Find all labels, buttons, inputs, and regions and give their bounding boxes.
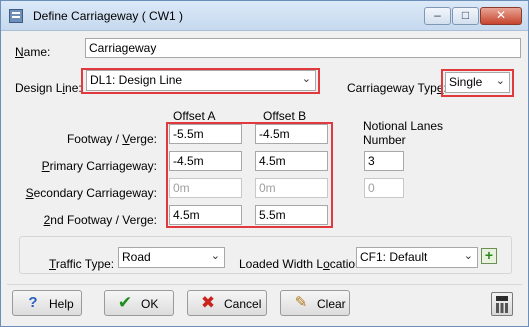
calculator-icon[interactable]: [491, 292, 513, 316]
second-footway-verge-label: 2nd Footway / Verge:: [43, 213, 157, 227]
notional-lanes-header-number: Number: [363, 133, 406, 147]
x-icon: ✖: [200, 293, 216, 312]
clear-button-label: Clear: [317, 297, 346, 311]
checkmark-icon: ✔: [117, 293, 133, 312]
close-button[interactable]: ✕: [480, 7, 522, 25]
eraser-icon: ✎: [294, 294, 308, 311]
footway-offset-b-field[interactable]: -4.5m: [255, 124, 328, 144]
carriageway-type-label: Carriageway Type:: [347, 81, 447, 95]
maximize-button[interactable]: □: [452, 7, 479, 25]
help-button[interactable]: ? Help: [12, 290, 82, 316]
primary-carriageway-label: Primary Carriageway:: [41, 159, 157, 173]
name-field[interactable]: Carriageway: [85, 38, 521, 58]
loaded-width-select[interactable]: CF1: Default ⌄: [356, 247, 478, 268]
design-line-label: Design Line:: [15, 81, 82, 95]
title-bar: Define Carriageway ( CW1 ) – □ ✕: [1, 1, 528, 31]
secondary-offset-b-field: 0m: [255, 178, 328, 198]
secondary-lanes-field: 0: [364, 178, 404, 198]
second-footway-offset-b-field[interactable]: 5.5m: [255, 205, 328, 225]
design-line-value: DL1: Design Line: [90, 73, 183, 87]
traffic-type-value: Road: [122, 250, 151, 264]
name-label: Name:: [15, 45, 51, 59]
cancel-button-label: Cancel: [224, 297, 262, 311]
second-footway-offset-a-field[interactable]: 4.5m: [169, 205, 242, 225]
app-icon: [9, 9, 23, 23]
primary-offset-a-field[interactable]: -4.5m: [169, 151, 242, 171]
question-icon: ?: [28, 294, 38, 311]
primary-lanes-field[interactable]: 3: [364, 151, 404, 171]
define-carriageway-dialog: Define Carriageway ( CW1 ) – □ ✕ Name: C…: [0, 0, 529, 327]
traffic-type-label: Traffic Type:: [49, 257, 115, 271]
chevron-down-icon: ⌄: [210, 250, 220, 262]
ok-button-label: OK: [141, 297, 159, 311]
footway-verge-label: Footway / Verge:: [66, 132, 157, 146]
window-title: Define Carriageway ( CW1 ): [33, 9, 184, 23]
design-line-select[interactable]: DL1: Design Line ⌄: [86, 70, 316, 91]
traffic-type-select[interactable]: Road ⌄: [118, 247, 225, 268]
primary-offset-b-field[interactable]: 4.5m: [255, 151, 328, 171]
help-button-label: Help: [49, 297, 74, 311]
plus-icon[interactable]: +: [481, 248, 497, 264]
chevron-down-icon: ⌄: [301, 73, 311, 85]
secondary-offset-a-field: 0m: [169, 178, 242, 198]
chevron-down-icon: ⌄: [463, 250, 473, 262]
clear-button[interactable]: ✎ Clear: [280, 290, 350, 316]
loaded-width-label: Loaded Width Location:: [239, 257, 366, 271]
carriageway-type-value: Single: [449, 75, 483, 89]
footway-offset-a-field[interactable]: -5.5m: [169, 124, 242, 144]
minimize-button[interactable]: –: [424, 7, 451, 25]
chevron-down-icon: ⌄: [495, 75, 505, 87]
loaded-width-value: CF1: Default: [360, 250, 428, 264]
notional-lanes-header: Notional Lanes: [363, 119, 444, 133]
offset-a-header: Offset A: [173, 109, 216, 123]
cancel-button[interactable]: ✖ Cancel: [187, 290, 267, 316]
secondary-carriageway-label: Secondary Carriageway:: [25, 186, 157, 200]
ok-button[interactable]: ✔ OK: [104, 290, 174, 316]
carriageway-type-select[interactable]: Single ⌄: [445, 72, 510, 93]
offset-b-header: Offset B: [263, 109, 307, 123]
